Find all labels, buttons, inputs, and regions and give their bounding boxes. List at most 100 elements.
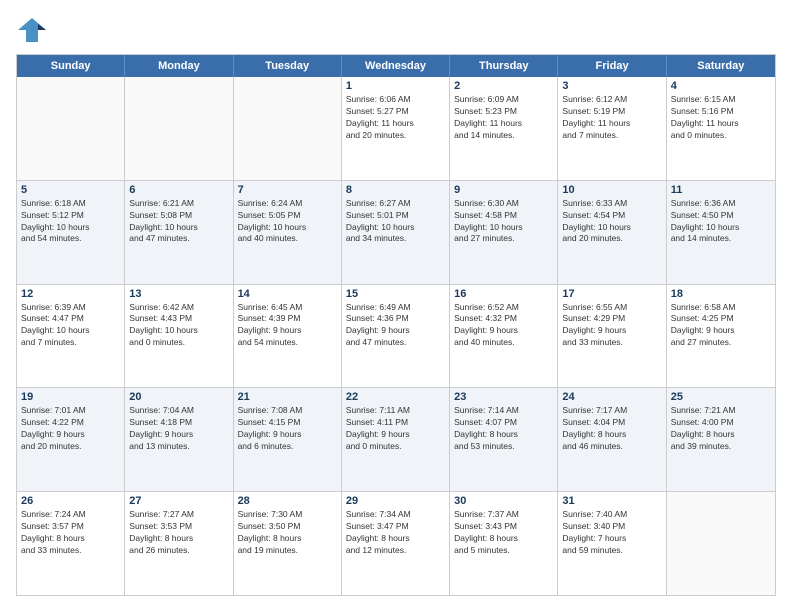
cell-info: Sunrise: 6:58 AM Sunset: 4:25 PM Dayligh…	[671, 302, 771, 350]
cell-info: Sunrise: 7:01 AM Sunset: 4:22 PM Dayligh…	[21, 405, 120, 453]
cell-info: Sunrise: 6:30 AM Sunset: 4:58 PM Dayligh…	[454, 198, 553, 246]
day-number: 5	[21, 184, 120, 196]
day-number: 23	[454, 391, 553, 403]
day-number: 20	[129, 391, 228, 403]
day-number: 30	[454, 495, 553, 507]
day-number: 4	[671, 80, 771, 92]
cell-info: Sunrise: 6:06 AM Sunset: 5:27 PM Dayligh…	[346, 94, 445, 142]
cell-info: Sunrise: 7:04 AM Sunset: 4:18 PM Dayligh…	[129, 405, 228, 453]
day-number: 21	[238, 391, 337, 403]
day-number: 3	[562, 80, 661, 92]
cell-info: Sunrise: 6:18 AM Sunset: 5:12 PM Dayligh…	[21, 198, 120, 246]
cell-info: Sunrise: 7:14 AM Sunset: 4:07 PM Dayligh…	[454, 405, 553, 453]
cal-cell: 29 Sunrise: 7:34 AM Sunset: 3:47 PM Dayli…	[342, 492, 450, 595]
cal-cell: 12 Sunrise: 6:39 AM Sunset: 4:47 PM Dayli…	[17, 285, 125, 388]
cal-cell	[234, 77, 342, 180]
cal-cell: 19 Sunrise: 7:01 AM Sunset: 4:22 PM Dayli…	[17, 388, 125, 491]
cal-cell: 4Sunrise: 6:15 AM Sunset: 5:16 PM Daylig…	[667, 77, 775, 180]
cell-info: Sunrise: 6:39 AM Sunset: 4:47 PM Dayligh…	[21, 302, 120, 350]
cal-cell: 14 Sunrise: 6:45 AM Sunset: 4:39 PM Dayli…	[234, 285, 342, 388]
cal-cell: 9 Sunrise: 6:30 AM Sunset: 4:58 PM Daylig…	[450, 181, 558, 284]
day-number: 18	[671, 288, 771, 300]
header-day-wednesday: Wednesday	[342, 55, 450, 77]
cal-cell: 18 Sunrise: 6:58 AM Sunset: 4:25 PM Dayli…	[667, 285, 775, 388]
cal-cell: 1 Sunrise: 6:06 AM Sunset: 5:27 PM Daylig…	[342, 77, 450, 180]
cal-cell: 5 Sunrise: 6:18 AM Sunset: 5:12 PM Daylig…	[17, 181, 125, 284]
cal-cell: 24 Sunrise: 7:17 AM Sunset: 4:04 PM Dayli…	[558, 388, 666, 491]
calendar: SundayMondayTuesdayWednesdayThursdayFrid…	[16, 54, 776, 596]
day-number: 22	[346, 391, 445, 403]
cal-cell: 7 Sunrise: 6:24 AM Sunset: 5:05 PM Daylig…	[234, 181, 342, 284]
cell-info: Sunrise: 6:45 AM Sunset: 4:39 PM Dayligh…	[238, 302, 337, 350]
cell-info: Sunrise: 7:34 AM Sunset: 3:47 PM Dayligh…	[346, 509, 445, 557]
cal-cell: 23 Sunrise: 7:14 AM Sunset: 4:07 PM Dayli…	[450, 388, 558, 491]
day-number: 29	[346, 495, 445, 507]
day-number: 8	[346, 184, 445, 196]
cal-cell: 6 Sunrise: 6:21 AM Sunset: 5:08 PM Daylig…	[125, 181, 233, 284]
header-day-thursday: Thursday	[450, 55, 558, 77]
day-number: 11	[671, 184, 771, 196]
cell-info: Sunrise: 6:52 AM Sunset: 4:32 PM Dayligh…	[454, 302, 553, 350]
day-number: 31	[562, 495, 661, 507]
cell-info: Sunrise: 7:11 AM Sunset: 4:11 PM Dayligh…	[346, 405, 445, 453]
cal-cell: 16Sunrise: 6:52 AM Sunset: 4:32 PM Dayli…	[450, 285, 558, 388]
day-number: 12	[21, 288, 120, 300]
cell-info: Sunrise: 7:40 AM Sunset: 3:40 PM Dayligh…	[562, 509, 661, 557]
cal-cell: 27 Sunrise: 7:27 AM Sunset: 3:53 PM Dayli…	[125, 492, 233, 595]
day-number: 9	[454, 184, 553, 196]
cell-info: Sunrise: 7:21 AM Sunset: 4:00 PM Dayligh…	[671, 405, 771, 453]
day-number: 19	[21, 391, 120, 403]
calendar-row-1: 1 Sunrise: 6:06 AM Sunset: 5:27 PM Daylig…	[17, 77, 775, 181]
header-day-sunday: Sunday	[17, 55, 125, 77]
day-number: 1	[346, 80, 445, 92]
cal-cell: 3 Sunrise: 6:12 AM Sunset: 5:19 PM Daylig…	[558, 77, 666, 180]
cal-cell: 22 Sunrise: 7:11 AM Sunset: 4:11 PM Dayli…	[342, 388, 450, 491]
cal-cell: 15Sunrise: 6:49 AM Sunset: 4:36 PM Dayli…	[342, 285, 450, 388]
calendar-row-5: 26Sunrise: 7:24 AM Sunset: 3:57 PM Dayli…	[17, 492, 775, 595]
cell-info: Sunrise: 6:21 AM Sunset: 5:08 PM Dayligh…	[129, 198, 228, 246]
day-number: 10	[562, 184, 661, 196]
cell-info: Sunrise: 7:17 AM Sunset: 4:04 PM Dayligh…	[562, 405, 661, 453]
calendar-row-4: 19 Sunrise: 7:01 AM Sunset: 4:22 PM Dayli…	[17, 388, 775, 492]
logo-icon	[16, 16, 48, 44]
cal-cell: 13Sunrise: 6:42 AM Sunset: 4:43 PM Dayli…	[125, 285, 233, 388]
day-number: 27	[129, 495, 228, 507]
cal-cell: 26Sunrise: 7:24 AM Sunset: 3:57 PM Dayli…	[17, 492, 125, 595]
cal-cell	[667, 492, 775, 595]
cell-info: Sunrise: 6:09 AM Sunset: 5:23 PM Dayligh…	[454, 94, 553, 142]
day-number: 13	[129, 288, 228, 300]
calendar-header: SundayMondayTuesdayWednesdayThursdayFrid…	[17, 55, 775, 77]
cell-info: Sunrise: 6:12 AM Sunset: 5:19 PM Dayligh…	[562, 94, 661, 142]
day-number: 24	[562, 391, 661, 403]
cal-cell: 8Sunrise: 6:27 AM Sunset: 5:01 PM Daylig…	[342, 181, 450, 284]
cal-cell: 25 Sunrise: 7:21 AM Sunset: 4:00 PM Dayli…	[667, 388, 775, 491]
day-number: 14	[238, 288, 337, 300]
header-day-friday: Friday	[558, 55, 666, 77]
cal-cell: 2 Sunrise: 6:09 AM Sunset: 5:23 PM Daylig…	[450, 77, 558, 180]
header-day-tuesday: Tuesday	[234, 55, 342, 77]
cell-info: Sunrise: 7:37 AM Sunset: 3:43 PM Dayligh…	[454, 509, 553, 557]
day-number: 17	[562, 288, 661, 300]
day-number: 25	[671, 391, 771, 403]
header	[16, 16, 776, 44]
day-number: 7	[238, 184, 337, 196]
calendar-body: 1 Sunrise: 6:06 AM Sunset: 5:27 PM Daylig…	[17, 77, 775, 595]
cal-cell: 11 Sunrise: 6:36 AM Sunset: 4:50 PM Dayli…	[667, 181, 775, 284]
calendar-row-2: 5 Sunrise: 6:18 AM Sunset: 5:12 PM Daylig…	[17, 181, 775, 285]
cell-info: Sunrise: 7:27 AM Sunset: 3:53 PM Dayligh…	[129, 509, 228, 557]
cell-info: Sunrise: 6:49 AM Sunset: 4:36 PM Dayligh…	[346, 302, 445, 350]
cell-info: Sunrise: 7:08 AM Sunset: 4:15 PM Dayligh…	[238, 405, 337, 453]
cal-cell	[125, 77, 233, 180]
header-day-monday: Monday	[125, 55, 233, 77]
cal-cell: 21 Sunrise: 7:08 AM Sunset: 4:15 PM Dayli…	[234, 388, 342, 491]
cal-cell: 20 Sunrise: 7:04 AM Sunset: 4:18 PM Dayli…	[125, 388, 233, 491]
day-number: 6	[129, 184, 228, 196]
cell-info: Sunrise: 6:55 AM Sunset: 4:29 PM Dayligh…	[562, 302, 661, 350]
cal-cell	[17, 77, 125, 180]
page: SundayMondayTuesdayWednesdayThursdayFrid…	[0, 0, 792, 612]
day-number: 2	[454, 80, 553, 92]
cell-info: Sunrise: 6:36 AM Sunset: 4:50 PM Dayligh…	[671, 198, 771, 246]
cal-cell: 30 Sunrise: 7:37 AM Sunset: 3:43 PM Dayli…	[450, 492, 558, 595]
cell-info: Sunrise: 6:24 AM Sunset: 5:05 PM Dayligh…	[238, 198, 337, 246]
logo	[16, 16, 52, 44]
